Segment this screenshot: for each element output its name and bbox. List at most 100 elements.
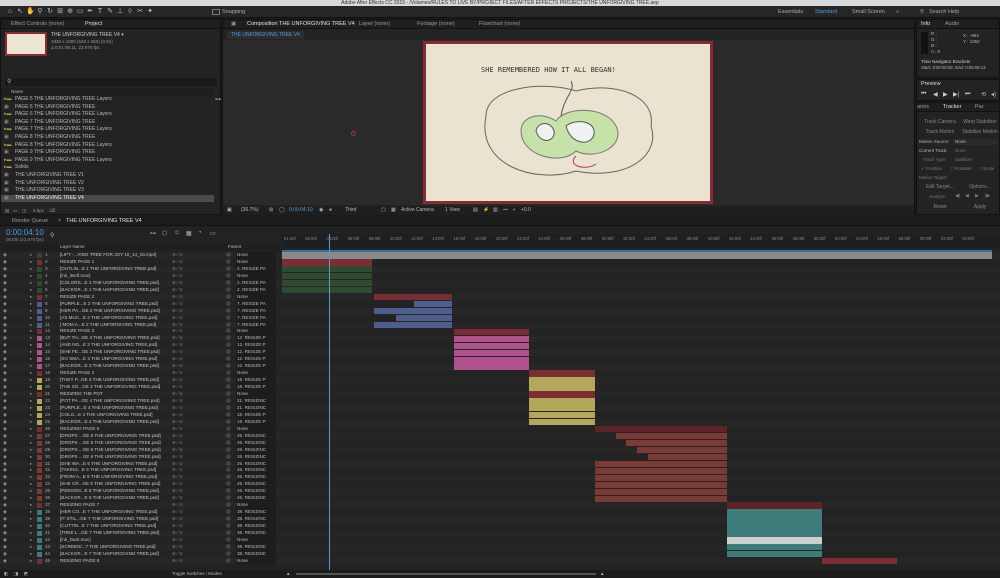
- layer-switches[interactable]: ⊕ ∕ ⊘: [172, 433, 183, 440]
- parent-select[interactable]: 7. RESIZE PA: [236, 307, 276, 315]
- parent-select[interactable]: None: [236, 293, 276, 301]
- home-icon[interactable]: ⌂: [6, 8, 14, 16]
- layer-switches[interactable]: ⊕ ∕ ⊘: [172, 252, 183, 259]
- expand-twirl-icon[interactable]: ▸: [30, 377, 32, 384]
- layer-name[interactable]: RESIZE PAGE 3: [60, 328, 172, 335]
- expand-twirl-icon[interactable]: ▸: [30, 558, 32, 565]
- layer-label-color[interactable]: [37, 461, 42, 467]
- expand-twirl-icon[interactable]: ▸: [30, 461, 32, 468]
- layer-duration-bar[interactable]: [453, 349, 529, 356]
- parent-pickwhip-icon[interactable]: @: [226, 342, 231, 349]
- parent-pickwhip-icon[interactable]: @: [226, 349, 231, 356]
- layer-duration-bar[interactable]: [528, 419, 595, 426]
- layer-switches[interactable]: ⊕ ∕ ⊘: [172, 530, 183, 537]
- parent-select[interactable]: 26. RESIZINC: [236, 453, 276, 461]
- visibility-eye-icon[interactable]: ◉: [3, 266, 7, 273]
- layer-name[interactable]: [AS MUC...E 2 THE UNFORGIVING TREE.psd]: [60, 315, 172, 322]
- visibility-eye-icon[interactable]: ◉: [3, 349, 7, 356]
- visibility-eye-icon[interactable]: ◉: [3, 308, 7, 315]
- parent-select[interactable]: 18. RESIZE P: [236, 384, 276, 391]
- layer-switches[interactable]: ⊕ ∕ ⊘: [172, 363, 183, 370]
- viewer-timecode[interactable]: 0:00:04:10: [289, 206, 313, 215]
- search-icon[interactable]: ⚲: [920, 9, 924, 15]
- parent-pickwhip-icon[interactable]: @: [226, 266, 231, 273]
- layer-duration-bar[interactable]: [594, 426, 728, 433]
- parent-select[interactable]: 7. RESIZE PA: [236, 321, 276, 329]
- tab-libraries[interactable]: aries: [917, 104, 929, 110]
- analyze-forward-icon[interactable]: ▶: [975, 193, 979, 199]
- layer-switches[interactable]: ⊕ ∕ ⊘: [172, 266, 183, 273]
- timeline-layer-row[interactable]: ◉ ▸ 17 [BACKGR...E 3 THE UNFORGIVING TREE.p…: [0, 363, 1000, 371]
- timeline-layer-row[interactable]: ◉ ▸ 13 [BUT TH...GE 3 THE UNFORGIVING TREE.…: [0, 335, 1000, 343]
- tab-timeline-comp[interactable]: THE UNFORGIVING TREE V4: [66, 218, 142, 224]
- layer-switches[interactable]: ⊕ ∕ ⊘: [172, 377, 183, 384]
- layer-name[interactable]: RESIZING PAGE 7: [60, 502, 172, 509]
- layer-name[interactable]: [HER PA...GE 2 THE UNFORGIVING TREE.psd]: [60, 308, 172, 315]
- timeline-layer-row[interactable]: ◉ ▸ 37 RESIZING PAGE 7 ⊕ ∕ ⊘ @ None: [0, 502, 1000, 510]
- layer-label-color[interactable]: [37, 301, 42, 307]
- workspace-menu-icon[interactable]: »: [896, 9, 899, 15]
- active-comp-crumb[interactable]: THE UNFORGIVING TREE V4: [227, 31, 304, 39]
- expand-twirl-icon[interactable]: ▸: [30, 356, 32, 363]
- motion-source-select[interactable]: None: [953, 139, 998, 145]
- timeline-timecode[interactable]: 0:00:04:10: [6, 228, 44, 237]
- layer-label-color[interactable]: [37, 419, 42, 425]
- layer-duration-bar[interactable]: [453, 342, 529, 349]
- expand-twirl-icon[interactable]: ▸: [30, 280, 32, 287]
- expand-twirl-icon[interactable]: ▸: [30, 370, 32, 377]
- layer-label-color[interactable]: [37, 558, 42, 564]
- timeline-layer-row[interactable]: ◉ ▸ 39 [IT STIL...GE 7 THE UNFORGIVING TREE…: [0, 516, 1000, 524]
- timeline-layer-row[interactable]: ◉ ▸ 33 [FROM A...E 6 THE UNFORGIVING TREE.p…: [0, 474, 1000, 482]
- parent-select[interactable]: 38. RESIZINC: [236, 523, 276, 530]
- layer-duration-bar[interactable]: [647, 453, 728, 461]
- layer-switches[interactable]: ⊕ ∕ ⊘: [172, 509, 183, 516]
- analyze-back-one-icon[interactable]: ◀|: [955, 193, 960, 199]
- parent-select[interactable]: None: [236, 502, 276, 510]
- playhead[interactable]: [328, 234, 330, 570]
- parent-select[interactable]: None: [236, 536, 276, 544]
- layer-duration-bar[interactable]: [594, 467, 728, 475]
- layer-switches[interactable]: ⊕ ∕ ⊘: [172, 481, 183, 488]
- layer-label-color[interactable]: [37, 329, 42, 335]
- layer-duration-bar[interactable]: [727, 544, 823, 551]
- analyze-forward-one-icon[interactable]: |▶: [985, 193, 990, 199]
- layer-label-color[interactable]: [37, 524, 42, 530]
- audio-icon[interactable]: ◂): [991, 91, 996, 98]
- layer-name[interactable]: RESIZE PAGE 4: [60, 370, 172, 377]
- layer-duration-bar[interactable]: [528, 398, 595, 405]
- project-column-name[interactable]: Name: [1, 88, 214, 96]
- track-type-select[interactable]: Stabilize: [953, 157, 998, 163]
- parent-pickwhip-icon[interactable]: @: [226, 252, 231, 259]
- visibility-eye-icon[interactable]: ◉: [3, 551, 7, 558]
- layer-switches[interactable]: ⊕ ∕ ⊘: [172, 488, 183, 495]
- timeline-layer-row[interactable]: ◉ ▸ 24 [COLO...E 4 THE UNFORGIVING TREE.psd…: [0, 411, 1000, 419]
- expand-twirl-icon[interactable]: ▸: [30, 419, 32, 426]
- exposure-icon[interactable]: ◐: [513, 206, 516, 215]
- layer-duration-bar[interactable]: [727, 516, 823, 523]
- expand-twirl-icon[interactable]: ▸: [30, 405, 32, 412]
- rotate-tool-icon[interactable]: ↻: [46, 8, 54, 16]
- expand-twirl-icon[interactable]: ▸: [30, 301, 32, 308]
- parent-pickwhip-icon[interactable]: @: [226, 433, 231, 440]
- timeline-layer-row[interactable]: ◉ ▸ 34 [SHE CR...GE 6 THE UNFORGIVING TREE.…: [0, 481, 1000, 489]
- layer-name[interactable]: [THE SO...GE 4 THE UNFORGIVING TREE.psd]: [60, 384, 172, 391]
- layer-duration-bar[interactable]: [282, 252, 992, 259]
- layer-switches[interactable]: ⊕ ∕ ⊘: [172, 370, 183, 377]
- color-channel-icon[interactable]: ●: [329, 206, 332, 215]
- bpc-label[interactable]: 8 bpc: [33, 208, 44, 213]
- time-ruler[interactable]: 01:00f 02:00f 04:00f 06:00f 08:00f 10:00f 12:0…: [282, 234, 1000, 248]
- visibility-eye-icon[interactable]: ◉: [3, 495, 7, 502]
- layer-switches[interactable]: ⊕ ∕ ⊘: [172, 322, 183, 329]
- parent-select[interactable]: None: [236, 258, 276, 266]
- layer-label-color[interactable]: [37, 336, 42, 342]
- visibility-eye-icon[interactable]: ◉: [3, 384, 7, 391]
- expand-twirl-icon[interactable]: ▸: [30, 322, 32, 329]
- layer-switches[interactable]: ⊕ ∕ ⊘: [172, 551, 183, 558]
- expand-twirl-icon[interactable]: ▸: [30, 426, 32, 433]
- expand-twirl-icon[interactable]: ▸: [30, 252, 32, 259]
- layer-duration-bar[interactable]: [528, 412, 595, 419]
- layer-name[interactable]: [IT STIL...GE 7 THE UNFORGIVING TREE.psd…: [60, 516, 172, 523]
- parent-pickwhip-icon[interactable]: @: [226, 384, 231, 391]
- parent-pickwhip-icon[interactable]: @: [226, 551, 231, 558]
- parent-pickwhip-icon[interactable]: @: [226, 315, 231, 322]
